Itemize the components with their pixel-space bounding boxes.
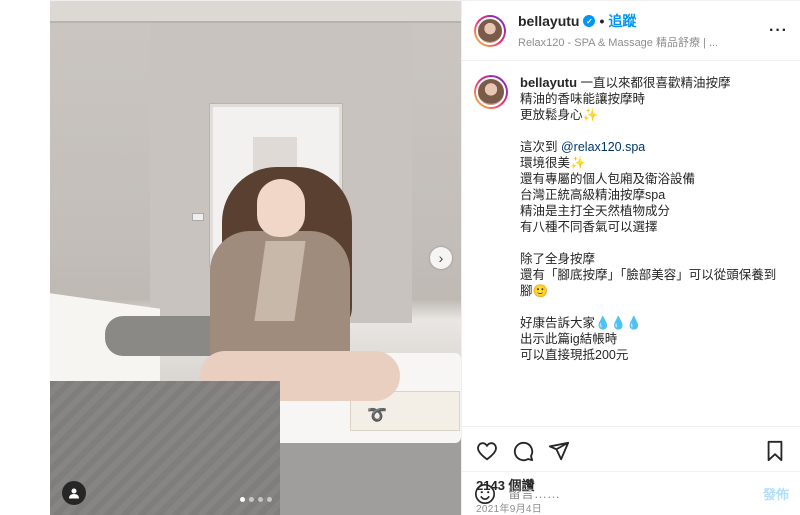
photo-ceiling — [50, 1, 461, 23]
photo-light-switch — [192, 213, 204, 221]
post-header: bellayutu ✓ • 追蹤 Relax120 - SPA & Massag… — [462, 1, 800, 61]
verified-icon: ✓ — [583, 15, 596, 27]
username-link[interactable]: bellayutu — [518, 13, 579, 29]
post-comment-button[interactable]: 發佈 — [763, 484, 789, 503]
comment-bar: 發佈 — [462, 471, 800, 515]
post-photo[interactable]: ➰ › — [50, 1, 461, 515]
instagram-post: ➰ › bellayutu ✓ • 追蹤 Relax120 - SPA & Ma… — [50, 0, 800, 515]
carousel-dot — [240, 497, 245, 502]
like-heart-icon[interactable] — [476, 440, 498, 462]
carousel-next-button[interactable]: › — [430, 247, 452, 269]
photo-towel-logo: ➰ — [367, 407, 387, 424]
comment-input[interactable] — [508, 486, 763, 501]
avatar[interactable] — [474, 14, 506, 47]
post-sidebar: bellayutu ✓ • 追蹤 Relax120 - SPA & Massag… — [461, 1, 800, 515]
tagged-users-button[interactable] — [62, 481, 86, 505]
photo-person-face — [257, 179, 305, 237]
username-row: bellayutu ✓ • 追蹤 — [518, 11, 769, 31]
share-send-icon[interactable] — [548, 440, 570, 462]
user-icon — [69, 488, 79, 499]
carousel-dot — [267, 497, 272, 502]
separator: • — [599, 13, 605, 29]
more-options-icon[interactable]: ··· — [769, 22, 788, 40]
caption-avatar[interactable] — [474, 75, 508, 109]
carousel-dot — [249, 497, 254, 502]
location-link[interactable]: Relax120 - SPA & Massage 精品舒療 | ... — [518, 34, 769, 50]
follow-button[interactable]: 追蹤 — [608, 11, 636, 31]
header-meta: bellayutu ✓ • 追蹤 Relax120 - SPA & Massag… — [518, 11, 769, 50]
caption-area: bellayutu 一直以來都很喜歡精油按摩 精油的香味能讓按摩時 更放鬆身心✨… — [462, 61, 800, 427]
comment-bubble-icon[interactable] — [512, 440, 534, 462]
caption-username[interactable]: bellayutu — [520, 75, 577, 90]
emoji-icon[interactable] — [474, 483, 496, 505]
carousel-dot — [258, 497, 263, 502]
caption-body-2: 環境很美✨ 還有專屬的個人包廂及衛浴設備 台灣正統高級精油按摩spa 精油是主打… — [520, 156, 777, 362]
carousel-indicator — [240, 497, 272, 502]
bookmark-save-icon[interactable] — [764, 440, 786, 462]
action-bar — [462, 427, 800, 475]
caption-mention-link[interactable]: @relax120.spa — [561, 140, 645, 154]
caption-text: bellayutu 一直以來都很喜歡精油按摩 精油的香味能讓按摩時 更放鬆身心✨… — [520, 75, 788, 426]
